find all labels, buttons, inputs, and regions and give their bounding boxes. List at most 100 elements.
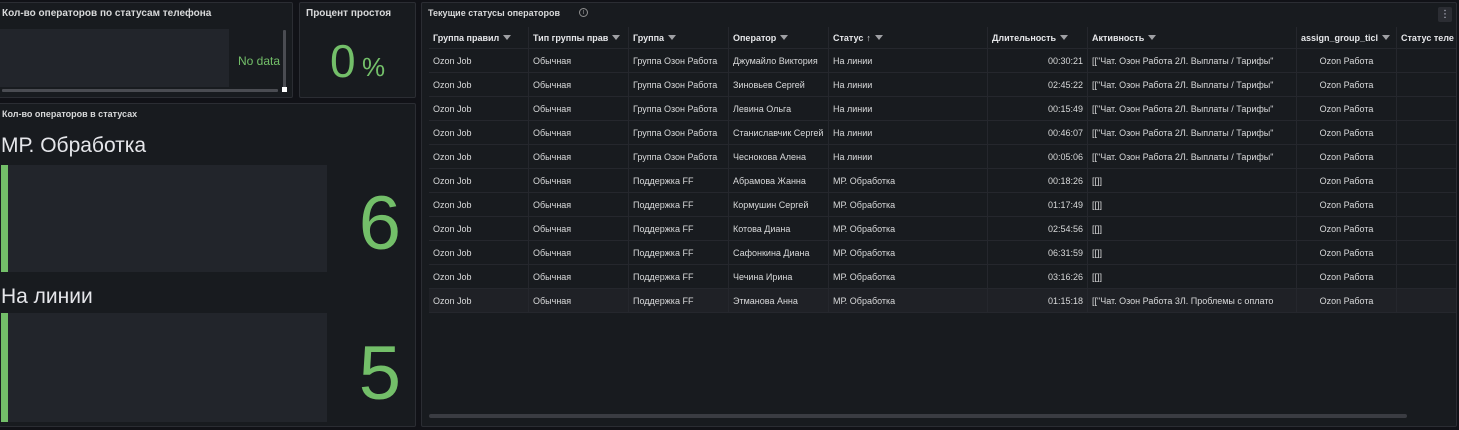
table-cell: 00:18:26 [988, 169, 1088, 192]
table-horizontal-scrollbar[interactable] [429, 414, 1407, 418]
table-cell: 01:17:49 [988, 193, 1088, 216]
column-header-label: Группа правил [433, 33, 500, 43]
table-cell: Ozon Job [429, 73, 529, 96]
table-cell: Ozon Работа [1297, 217, 1397, 240]
table-cell: Ozon Работа [1297, 289, 1397, 312]
table-cell [1397, 145, 1456, 168]
vertical-scrollbar[interactable] [283, 30, 286, 88]
table-cell [1397, 265, 1456, 288]
table-cell: Группа Озон Работа [629, 73, 729, 96]
column-header[interactable]: Активность [1088, 27, 1297, 48]
no-data-label: No data [238, 54, 281, 68]
idle-value: 0 [330, 35, 356, 87]
table-cell: [["Чат. Озон Работа 2Л. Выплаты / Тарифы… [1088, 121, 1297, 144]
table-cell: На линии [829, 121, 988, 144]
table-cell [1397, 97, 1456, 120]
panel-title[interactable]: Кол-во операторов по статусам телефона [2, 8, 211, 19]
panel-title[interactable]: Процент простоя [306, 8, 391, 19]
table-row[interactable]: Ozon Job Обычная Группа Озон Работа Чесноко… [429, 145, 1456, 169]
column-header[interactable]: Группа [629, 27, 729, 48]
idle-percent-panel: Процент простоя 0 % [299, 2, 416, 98]
table-row[interactable]: Ozon Job Обычная Группа Озон Работа Зиновье… [429, 73, 1456, 97]
table-row[interactable]: Ozon Job Обычная Поддержка FF Этманова Анна… [429, 289, 1456, 313]
operators-status-panel: Кол-во операторов в статусах МР. Обработ… [0, 103, 416, 427]
info-icon[interactable]: i [579, 8, 588, 17]
table-cell: 06:31:59 [988, 241, 1088, 264]
column-header[interactable]: Группа правил [429, 27, 529, 48]
table-cell: Ozon Работа [1297, 49, 1397, 72]
table-cell: Станиславчик Сергей [729, 121, 829, 144]
column-header[interactable]: Оператор [729, 27, 829, 48]
resize-handle[interactable] [282, 87, 287, 92]
filter-icon[interactable] [612, 35, 621, 41]
table-cell: 02:54:56 [988, 217, 1088, 240]
column-header-label: Тип группы прав [533, 33, 609, 43]
table-cell: [["Чат. Озон Работа 2Л. Выплаты / Тарифы… [1088, 73, 1297, 96]
table-cell: 01:15:18 [988, 289, 1088, 312]
table-cell: Ozon Job [429, 289, 529, 312]
table-cell: Обычная [529, 193, 629, 216]
table-row[interactable]: Ozon Job Обычная Поддержка FF Сафонкина Диа… [429, 241, 1456, 265]
table-cell: Поддержка FF [629, 265, 729, 288]
panel-title[interactable]: Текущие статусы операторов [428, 8, 560, 18]
panel-title[interactable]: Кол-во операторов в статусах [2, 109, 137, 119]
table-cell: МР. Обработка [829, 241, 988, 264]
table-cell: Этманова Анна [729, 289, 829, 312]
stat-background [1, 165, 327, 272]
idle-unit: % [362, 52, 386, 82]
table-cell: Сафонкина Диана [729, 241, 829, 264]
table-cell: Абрамова Жанна [729, 169, 829, 192]
operators-table-panel: Текущие статусы операторов i ⋮ Группа пр… [421, 2, 1457, 427]
table-cell: Ozon Job [429, 49, 529, 72]
table-cell [1397, 169, 1456, 192]
table-cell: 00:46:07 [988, 121, 1088, 144]
filter-icon[interactable] [668, 35, 677, 41]
table-row[interactable]: Ozon Job Обычная Поддержка FF Кормушин Серг… [429, 193, 1456, 217]
filter-icon[interactable] [1148, 35, 1157, 41]
table-cell: Чечина Ирина [729, 265, 829, 288]
table-cell: Ozon Job [429, 217, 529, 240]
table-cell: [["Чат. Озон Работа 2Л. Выплаты / Тарифы… [1088, 97, 1297, 120]
column-header[interactable]: assign_group_ticl [1297, 27, 1397, 48]
table-row[interactable]: Ozon Job Обычная Группа Озон Работа Левина … [429, 97, 1456, 121]
table-cell: Группа Озон Работа [629, 121, 729, 144]
column-header-label: Группа [633, 33, 665, 43]
table-cell: МР. Обработка [829, 289, 988, 312]
filter-icon[interactable] [874, 35, 883, 41]
table-cell: Обычная [529, 265, 629, 288]
table-row[interactable]: Ozon Job Обычная Поддержка FF Абрамова Жанн… [429, 169, 1456, 193]
table-cell: Ozon Job [429, 241, 529, 264]
stat-value-processing: 6 [358, 181, 401, 266]
table-cell: Обычная [529, 217, 629, 240]
column-header[interactable]: Длительность [988, 27, 1088, 48]
table-cell: Группа Озон Работа [629, 97, 729, 120]
horizontal-scrollbar[interactable] [2, 89, 278, 92]
table-row[interactable]: Ozon Job Обычная Поддержка FF Котова Диана М… [429, 217, 1456, 241]
filter-icon[interactable] [503, 35, 512, 41]
table-cell: Поддержка FF [629, 169, 729, 192]
column-header[interactable]: Статус теле [1397, 27, 1456, 48]
panel-menu-icon[interactable]: ⋮ [1438, 7, 1452, 22]
filter-icon[interactable] [1382, 35, 1391, 41]
table-cell [1397, 73, 1456, 96]
table-row[interactable]: Ozon Job Обычная Группа Озон Работа Джумайл… [429, 49, 1456, 73]
stat-bar [1, 313, 8, 422]
table-row[interactable]: Ozon Job Обычная Группа Озон Работа Станисл… [429, 121, 1456, 145]
table-cell: Группа Озон Работа [629, 49, 729, 72]
sort-ascending-icon[interactable]: ↑ [866, 33, 871, 43]
table-header-row: Группа правил Тип группы прав Группа Операт… [429, 27, 1456, 49]
column-header[interactable]: Тип группы прав [529, 27, 629, 48]
table-cell: Ozon Работа [1297, 265, 1397, 288]
table-cell [1397, 241, 1456, 264]
table-cell: Джумайло Виктория [729, 49, 829, 72]
table-cell: Ozon Работа [1297, 169, 1397, 192]
table-row[interactable]: Ozon Job Обычная Поддержка FF Чечина Ирина М… [429, 265, 1456, 289]
table-cell: Группа Озон Работа [629, 145, 729, 168]
table-cell: [[]] [1088, 265, 1297, 288]
table-cell: На линии [829, 49, 988, 72]
column-header[interactable]: Статус ↑ [829, 27, 988, 48]
table-cell: Ozon Job [429, 145, 529, 168]
filter-icon[interactable] [1060, 35, 1069, 41]
filter-icon[interactable] [780, 35, 789, 41]
column-header-label: Оператор [733, 33, 777, 43]
